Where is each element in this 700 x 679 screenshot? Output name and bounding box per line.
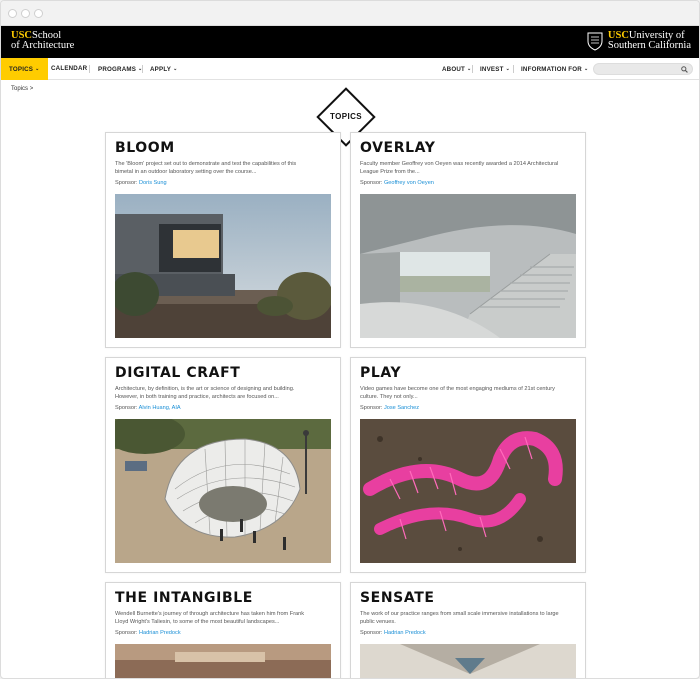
sponsor-link[interactable]: Geoffrey von Oeyen — [384, 180, 434, 186]
card-sponsor: Sponsor: Alvin Huang, AIA — [115, 405, 181, 411]
main-nav: TOPICS ⌄ CALENDAR PROGRAMS ⌄ APPLY ⌄ ABOUT ⌄… — [1, 58, 699, 80]
window-minimize-button[interactable] — [21, 9, 30, 18]
sponsor-label: Sponsor: — [115, 405, 138, 411]
card-description: The 'Bloom' project set out to demonstra… — [115, 161, 297, 175]
sponsor-link[interactable]: Hadrian Predock — [384, 630, 426, 636]
nav-topics[interactable]: TOPICS ⌄ — [1, 58, 48, 80]
card-title[interactable]: SENSATE — [360, 590, 435, 606]
browser-window: USCSchool of Architecture USCUniversity … — [0, 0, 700, 679]
school-logo-line2: of Architecture — [11, 40, 75, 51]
topic-card-bloom[interactable]: BLOOM The 'Bloom' project set out to dem… — [105, 132, 341, 348]
nav-invest-label: INVEST — [480, 66, 504, 73]
breadcrumb-separator: > — [29, 86, 34, 92]
card-title[interactable]: DIGITAL CRAFT — [115, 365, 240, 381]
chevron-down-icon: ⌄ — [583, 66, 589, 72]
chevron-down-icon: ⌄ — [505, 66, 510, 72]
card-sponsor: Sponsor: Jose Sanchez — [360, 405, 419, 411]
chevron-down-icon: ⌄ — [173, 66, 178, 72]
topic-card-sensate[interactable]: SENSATE The work of our practice ranges … — [350, 582, 586, 678]
card-image-concrete-stair[interactable] — [360, 194, 576, 338]
sponsor-label: Sponsor: — [115, 630, 138, 636]
browser-chrome — [1, 1, 699, 26]
sponsor-link[interactable]: Alvin Huang, AIA — [139, 405, 181, 411]
school-logo[interactable]: USCSchool of Architecture — [11, 30, 75, 51]
sponsor-link[interactable]: Hadrian Predock — [139, 630, 181, 636]
card-sponsor: Sponsor: Doris Sung — [115, 180, 167, 186]
nav-divider — [142, 65, 143, 73]
card-image-pavilion[interactable] — [115, 419, 331, 563]
brand-bar: USCSchool of Architecture USCUniversity … — [1, 26, 699, 58]
topic-card-overlay[interactable]: OVERLAY Faculty member Geoffrey von Oeye… — [350, 132, 586, 348]
nav-about-label: ABOUT — [442, 66, 465, 73]
search-icon[interactable] — [681, 66, 688, 73]
sponsor-label: Sponsor: — [360, 405, 383, 411]
card-image-pink-structure[interactable] — [360, 419, 576, 563]
card-sponsor: Sponsor: Hadrian Predock — [360, 630, 426, 636]
nav-apply[interactable]: APPLY ⌄ — [150, 58, 177, 80]
card-description: Video games have become one of the most … — [360, 386, 555, 400]
nav-programs[interactable]: PROGRAMS ⌄ — [98, 58, 142, 80]
chevron-down-icon: ⌄ — [35, 66, 40, 72]
card-sponsor: Sponsor: Geoffrey von Oeyen — [360, 180, 434, 186]
window-maximize-button[interactable] — [34, 9, 43, 18]
nav-apply-label: APPLY — [150, 66, 172, 73]
nav-divider — [513, 65, 514, 73]
sponsor-label: Sponsor: — [360, 180, 383, 186]
topics-badge-label: TOPICS — [329, 112, 363, 121]
card-image-interior-light[interactable] — [360, 644, 576, 678]
card-description: Wendell Burnette's journey of through ar… — [115, 611, 305, 625]
topic-card-play[interactable]: PLAY Video games have become one of the … — [350, 357, 586, 573]
breadcrumb-topics[interactable]: Topics — [11, 86, 28, 92]
sponsor-link[interactable]: Jose Sanchez — [384, 405, 419, 411]
card-title[interactable]: THE INTANGIBLE — [115, 590, 253, 606]
nav-calendar-label: CALENDAR — [51, 65, 88, 72]
card-title[interactable]: PLAY — [360, 365, 401, 381]
search-input[interactable] — [593, 63, 693, 75]
sponsor-label: Sponsor: — [115, 180, 138, 186]
window-close-button[interactable] — [8, 9, 17, 18]
card-title[interactable]: OVERLAY — [360, 140, 435, 156]
nav-information-for-label: INFORMATION FOR — [521, 66, 582, 73]
nav-divider — [89, 65, 90, 73]
card-image-interior-warm[interactable] — [115, 644, 331, 678]
breadcrumb: Topics > — [11, 86, 33, 92]
sponsor-label: Sponsor: — [360, 630, 383, 636]
nav-topics-label: TOPICS — [9, 66, 34, 73]
card-description: Architecture, by definition, is the art … — [115, 386, 295, 400]
nav-divider — [472, 65, 473, 73]
card-description: The work of our practice ranges from sma… — [360, 611, 559, 625]
university-logo[interactable]: USCUniversity of Southern California — [586, 30, 691, 51]
sponsor-link[interactable]: Doris Sung — [139, 180, 167, 186]
topic-card-digital-craft[interactable]: DIGITAL CRAFT Architecture, by definitio… — [105, 357, 341, 573]
card-title[interactable]: BLOOM — [115, 140, 175, 156]
card-sponsor: Sponsor: Hadrian Predock — [115, 630, 181, 636]
chevron-down-icon: ⌄ — [467, 66, 472, 72]
nav-calendar[interactable]: CALENDAR — [51, 58, 87, 80]
nav-invest[interactable]: INVEST ⌄ — [480, 58, 510, 80]
card-description: Faculty member Geoffrey von Oeyen was re… — [360, 161, 559, 175]
card-image-concrete-house[interactable] — [115, 194, 331, 338]
university-logo-line2: Southern California — [607, 40, 691, 51]
usc-seal-icon — [587, 32, 603, 51]
nav-programs-label: PROGRAMS — [98, 66, 137, 73]
nav-about[interactable]: ABOUT ⌄ — [442, 58, 471, 80]
topic-card-the-intangible[interactable]: THE INTANGIBLE Wendell Burnette's journe… — [105, 582, 341, 678]
nav-information-for[interactable]: INFORMATION FOR ⌄ — [521, 58, 588, 80]
